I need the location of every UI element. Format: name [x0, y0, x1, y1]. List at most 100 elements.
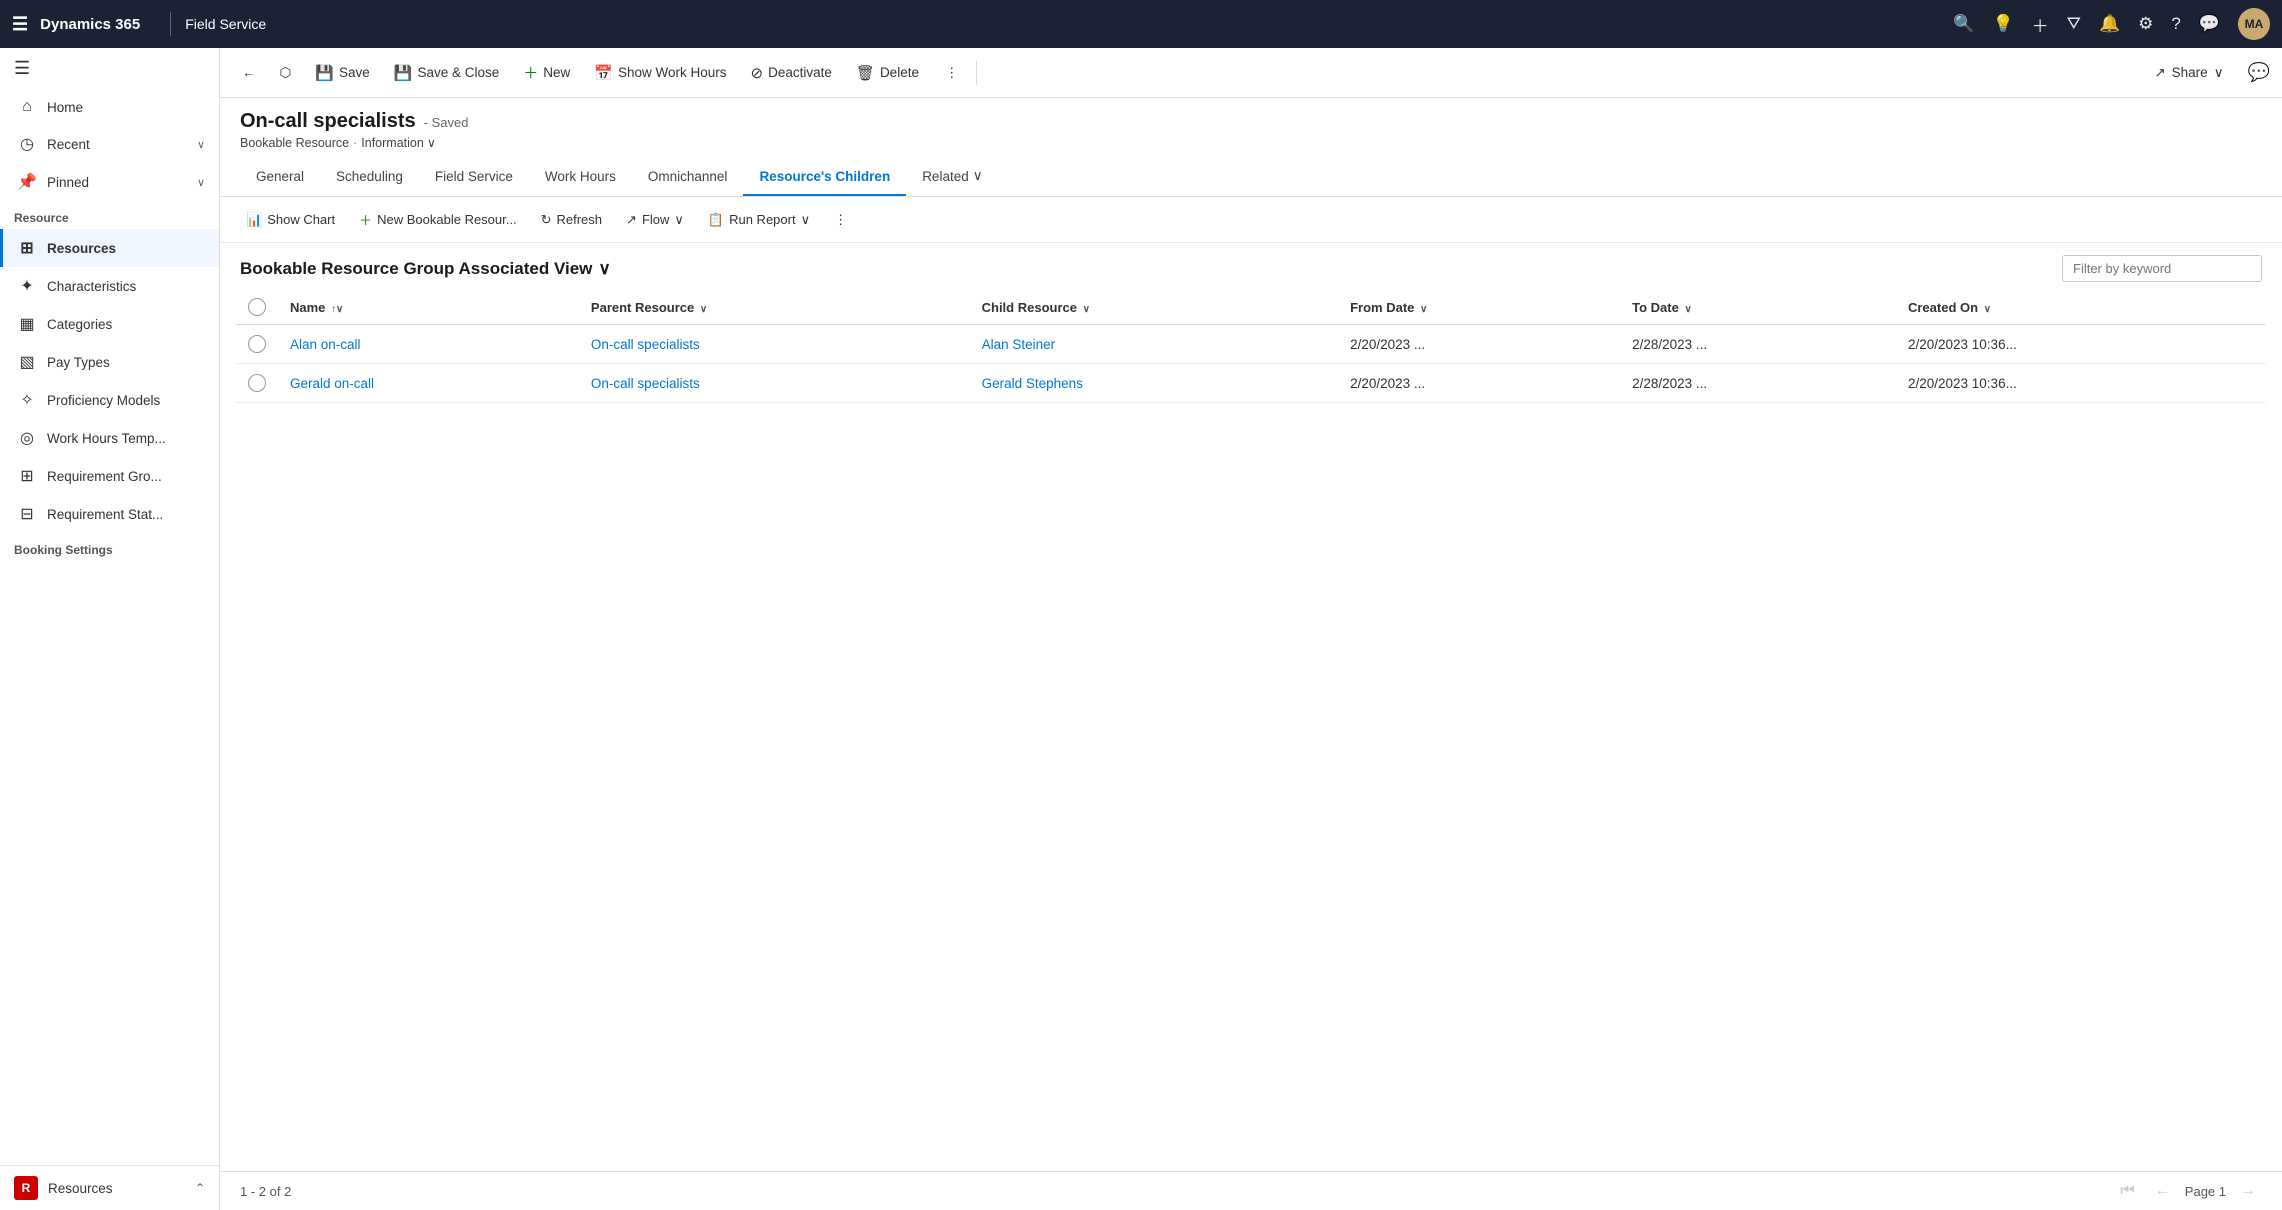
cmd-chat-icon[interactable]: 💬	[2248, 62, 2270, 83]
run-report-button[interactable]: 📋 Run Report ∨	[698, 207, 820, 233]
more-button[interactable]: ⋮	[935, 60, 969, 86]
prev-page-button[interactable]: ←	[2149, 1180, 2177, 1202]
sidebar-item-proficiency-models[interactable]: ✧ Proficiency Models	[0, 381, 219, 419]
refresh-button[interactable]: ↻ Refresh	[531, 207, 612, 233]
back-icon: ←	[242, 65, 256, 80]
run-report-chevron-icon: ∨	[801, 212, 811, 228]
select-all-checkbox[interactable]	[248, 298, 266, 316]
new-bookable-button[interactable]: ＋ New Bookable Resour...	[349, 205, 526, 234]
col-header-from-date[interactable]: From Date ∨	[1338, 290, 1620, 325]
sidebar-item-label: Pay Types	[47, 355, 110, 370]
tab-related[interactable]: Related ∨	[906, 158, 998, 196]
resource-section-label: Resource	[0, 201, 219, 229]
sidebar-item-recent[interactable]: ◷ Recent ∨	[0, 125, 219, 163]
parent-resource-link[interactable]: On-call specialists	[591, 376, 700, 391]
save-close-icon: 💾	[394, 64, 413, 82]
sidebar-item-pay-types[interactable]: ▧ Pay Types	[0, 343, 219, 381]
flow-button[interactable]: ↗ Flow ∨	[616, 207, 694, 233]
filter-icon[interactable]: ⛛	[2067, 14, 2081, 34]
page-header: On-call specialists - Saved Bookable Res…	[220, 98, 2282, 150]
cell-created-on: 2/20/2023 10:36...	[1896, 325, 2266, 364]
deactivate-button[interactable]: ⊘ Deactivate	[741, 59, 842, 87]
sidebar-item-pinned[interactable]: 📌 Pinned ∨	[0, 163, 219, 201]
sidebar-item-characteristics[interactable]: ✦ Characteristics	[0, 267, 219, 305]
chevron-down-icon: ∨	[197, 176, 205, 189]
flow-label: Flow	[642, 212, 669, 227]
sidebar-bottom-resources[interactable]: R Resources ⌃	[0, 1166, 219, 1210]
tab-omnichannel[interactable]: Omnichannel	[632, 159, 744, 196]
page-title-row: On-call specialists - Saved	[240, 110, 2262, 133]
row-select-checkbox[interactable]	[248, 374, 266, 392]
settings-icon[interactable]: ⚙	[2138, 14, 2153, 34]
child-resource-link[interactable]: Alan Steiner	[982, 337, 1056, 352]
help-icon[interactable]: ?	[2171, 14, 2180, 34]
table-wrapper: Name ↑∨ Parent Resource ∨ Child Resource…	[220, 290, 2282, 1171]
table-row: Alan on-call On-call specialists Alan St…	[236, 325, 2266, 364]
tab-scheduling[interactable]: Scheduling	[320, 159, 419, 196]
sort-icon: ∨	[700, 304, 707, 315]
table-header-row: Name ↑∨ Parent Resource ∨ Child Resource…	[236, 290, 2266, 325]
plus-icon[interactable]: ＋	[2032, 12, 2049, 37]
breadcrumb-separator: ·	[353, 136, 357, 150]
sidebar-item-home[interactable]: ⌂ Home	[0, 89, 219, 125]
tab-resources-children[interactable]: Resource's Children	[743, 159, 906, 196]
proficiency-icon: ✧	[17, 390, 37, 410]
breadcrumb-info-link[interactable]: Information ∨	[361, 135, 436, 150]
cell-name: Gerald on-call	[278, 364, 579, 403]
bell-icon[interactable]: 🔔	[2099, 14, 2120, 34]
back-button[interactable]: ←	[232, 60, 266, 85]
col-header-parent-resource[interactable]: Parent Resource ∨	[579, 290, 970, 325]
sidebar-hamburger[interactable]: ☰	[0, 48, 219, 89]
share-button[interactable]: ↗ Share ∨	[2142, 60, 2235, 86]
sub-more-button[interactable]: ⋮	[824, 207, 857, 233]
chat-icon[interactable]: 💬	[2199, 14, 2220, 34]
module-name: Field Service	[185, 16, 266, 32]
col-header-child-resource[interactable]: Child Resource ∨	[970, 290, 1339, 325]
bottom-chevron-icon: ⌃	[195, 1181, 205, 1195]
col-header-to-date[interactable]: To Date ∨	[1620, 290, 1896, 325]
popout-button[interactable]: ⬡	[270, 60, 302, 86]
search-icon[interactable]: 🔍	[1953, 14, 1974, 34]
show-chart-label: Show Chart	[267, 212, 335, 227]
sidebar-item-resources[interactable]: ⊞ Resources	[0, 229, 219, 267]
sidebar-item-label: Requirement Stat...	[47, 507, 163, 522]
first-page-button[interactable]: ⏮	[2114, 1180, 2140, 1202]
pin-icon: 📌	[17, 172, 37, 192]
sidebar-item-categories[interactable]: ▦ Categories	[0, 305, 219, 343]
delete-button[interactable]: 🗑 Delete	[846, 59, 929, 87]
child-resource-link[interactable]: Gerald Stephens	[982, 376, 1083, 391]
sidebar-item-work-hours-templates[interactable]: ◎ Work Hours Temp...	[0, 419, 219, 457]
cell-created-on: 2/20/2023 10:36...	[1896, 364, 2266, 403]
new-button[interactable]: ＋ New	[513, 57, 580, 88]
breadcrumb: Bookable Resource · Information ∨	[240, 135, 2262, 150]
related-chevron-icon: ∨	[973, 168, 983, 184]
parent-resource-link[interactable]: On-call specialists	[591, 337, 700, 352]
sidebar-item-label: Categories	[47, 317, 112, 332]
filter-input[interactable]	[2062, 255, 2262, 282]
save-button[interactable]: 💾 Save	[305, 59, 379, 87]
pagination-count: 1 - 2 of 2	[240, 1184, 2114, 1199]
tab-field-service[interactable]: Field Service	[419, 159, 529, 196]
lightbulb-icon[interactable]: 💡	[1992, 14, 2013, 34]
sidebar-item-requirement-groups[interactable]: ⊞ Requirement Gro...	[0, 457, 219, 495]
save-close-button[interactable]: 💾 Save & Close	[384, 59, 509, 87]
col-header-created-on[interactable]: Created On ∨	[1896, 290, 2266, 325]
col-header-name[interactable]: Name ↑∨	[278, 290, 579, 325]
show-chart-button[interactable]: 📊 Show Chart	[236, 207, 345, 233]
sidebar-item-requirement-statuses[interactable]: ⊟ Requirement Stat...	[0, 495, 219, 533]
sidebar-item-label: Recent	[47, 137, 90, 152]
hamburger-icon[interactable]: ☰	[12, 14, 28, 35]
save-label: Save	[339, 65, 370, 80]
name-link[interactable]: Alan on-call	[290, 337, 361, 352]
next-page-button[interactable]: →	[2234, 1180, 2262, 1202]
tab-work-hours[interactable]: Work Hours	[529, 159, 632, 196]
run-report-label: Run Report	[729, 212, 795, 227]
view-title-chevron-icon[interactable]: ∨	[598, 259, 610, 279]
show-work-hours-button[interactable]: 📅 Show Work Hours	[584, 59, 736, 87]
data-table: Name ↑∨ Parent Resource ∨ Child Resource…	[236, 290, 2266, 403]
row-select-checkbox[interactable]	[248, 335, 266, 353]
cmd-separator	[976, 61, 977, 85]
name-link[interactable]: Gerald on-call	[290, 376, 374, 391]
avatar[interactable]: MA	[2238, 8, 2270, 40]
tab-general[interactable]: General	[240, 159, 320, 196]
